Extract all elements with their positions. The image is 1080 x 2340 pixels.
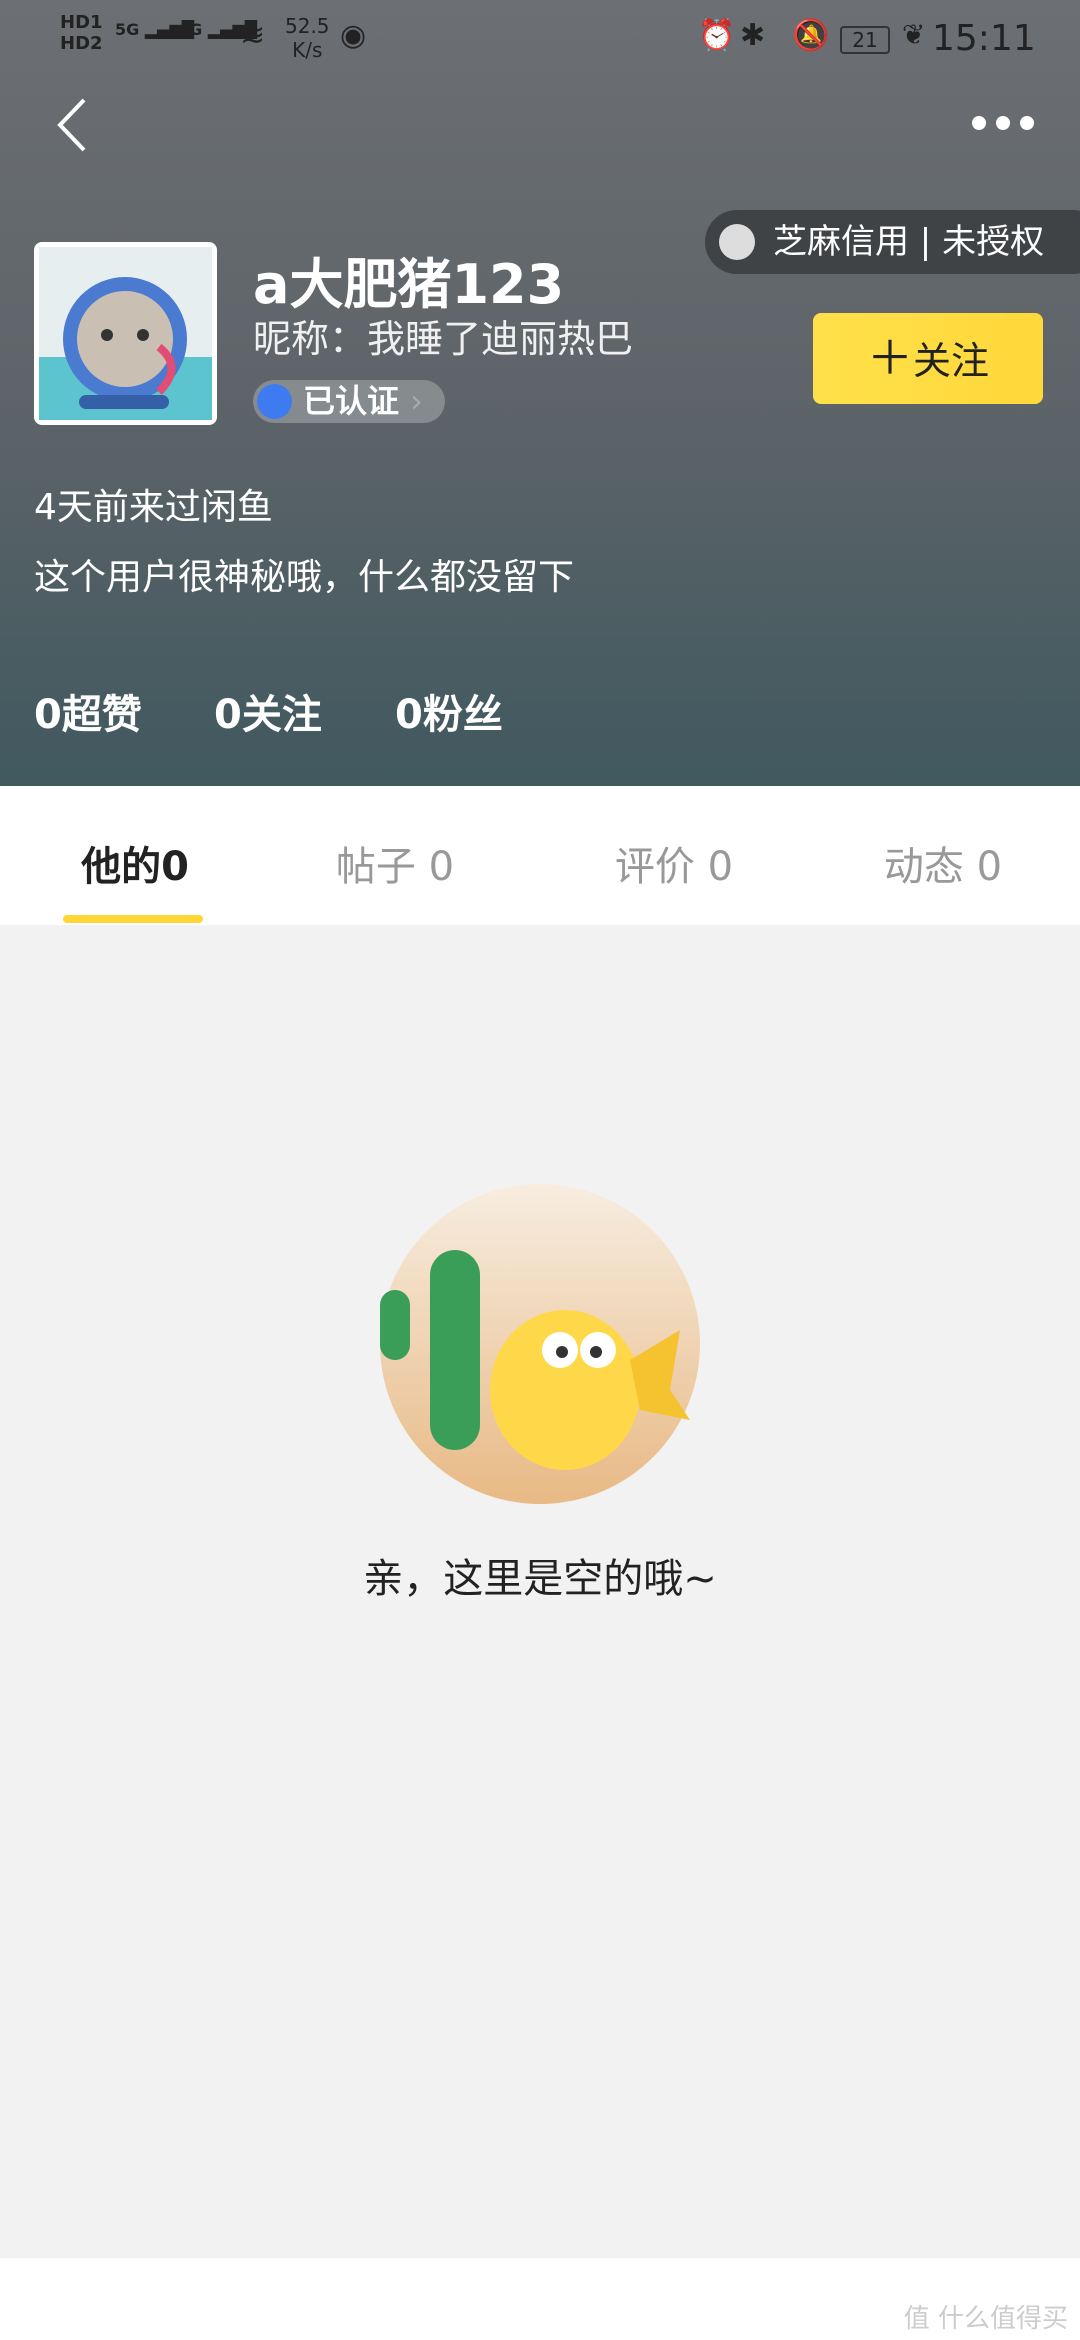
tab-reviews[interactable]: 评价 0 [615, 834, 733, 892]
chevron-left-icon [57, 98, 86, 152]
back-button[interactable] [50, 92, 100, 158]
nickname: 昵称：我睡了迪丽热巴 [253, 317, 634, 361]
signal-label: 4G [178, 20, 203, 39]
stat-fans[interactable]: 0粉丝 [395, 682, 503, 740]
stat-following[interactable]: 0关注 [214, 682, 322, 740]
zhima-icon [719, 224, 755, 260]
cactus-fish-illustration [380, 1184, 700, 1504]
stat-likes[interactable]: 0超赞 [34, 682, 142, 740]
last-seen: 4天前来过闲鱼 [34, 487, 273, 528]
bio: 这个用户很神秘哦，什么都没留下 [34, 557, 575, 598]
seal-avatar-image [39, 247, 212, 420]
follow-button[interactable]: ＋关注 [813, 313, 1043, 404]
tab-indicator [63, 915, 203, 923]
clock: 15:11 [932, 18, 1036, 59]
more-dots-icon [972, 116, 1034, 130]
battery-icon: 21 [840, 26, 890, 54]
avatar[interactable] [34, 242, 217, 425]
verified-badge[interactable]: 已认证 › [253, 380, 445, 423]
hd-icon: HD1 HD2 [60, 12, 103, 54]
tab-posts[interactable]: 帖子 0 [336, 834, 454, 892]
credit-label: 芝麻信用 | 未授权 [773, 222, 1045, 262]
signal-label: 5G [115, 20, 140, 39]
tab-activity[interactable]: 动态 0 [884, 834, 1002, 892]
wifi-icon: ≋ [240, 18, 266, 53]
eye-icon: ◉ [340, 18, 367, 53]
tab-his-items[interactable]: 他的0 [81, 834, 189, 892]
empty-message: 亲，这里是空的哦~ [363, 1556, 717, 1602]
speed-value: 52.5 [285, 14, 330, 38]
zhima-credit-pill[interactable]: 芝麻信用 | 未授权 [705, 210, 1080, 274]
more-button[interactable] [970, 110, 1036, 136]
speed-unit: K/s [292, 38, 323, 62]
verified-shield-icon [257, 384, 292, 419]
empty-illustration [370, 1180, 720, 1510]
tab-bar: 他的0 帖子 0 评价 0 动态 0 [0, 786, 1080, 925]
chevron-right-icon: › [410, 382, 423, 420]
status-bar: HD1 HD2 5G ▂▄▆█ 4G ▂▄▆█ ≋ 52.5 K/s ◉ ⏰ ✱ 🔕… [60, 12, 1036, 72]
network-speed: 52.5 K/s [285, 14, 330, 62]
verified-label: 已认证 [303, 382, 400, 420]
leaf-icon: ❦ [902, 18, 926, 51]
alarm-icon: ⏰ [698, 18, 736, 53]
bottom-bar: 值 什么值得买 [0, 2258, 1080, 2340]
plus-icon: ＋ [866, 331, 913, 385]
bluetooth-icon: ✱ [740, 18, 766, 53]
follow-label: 关注 [912, 339, 989, 383]
watermark: 值 什么值得买 [903, 2304, 1068, 2334]
mute-icon: 🔕 [792, 18, 830, 53]
